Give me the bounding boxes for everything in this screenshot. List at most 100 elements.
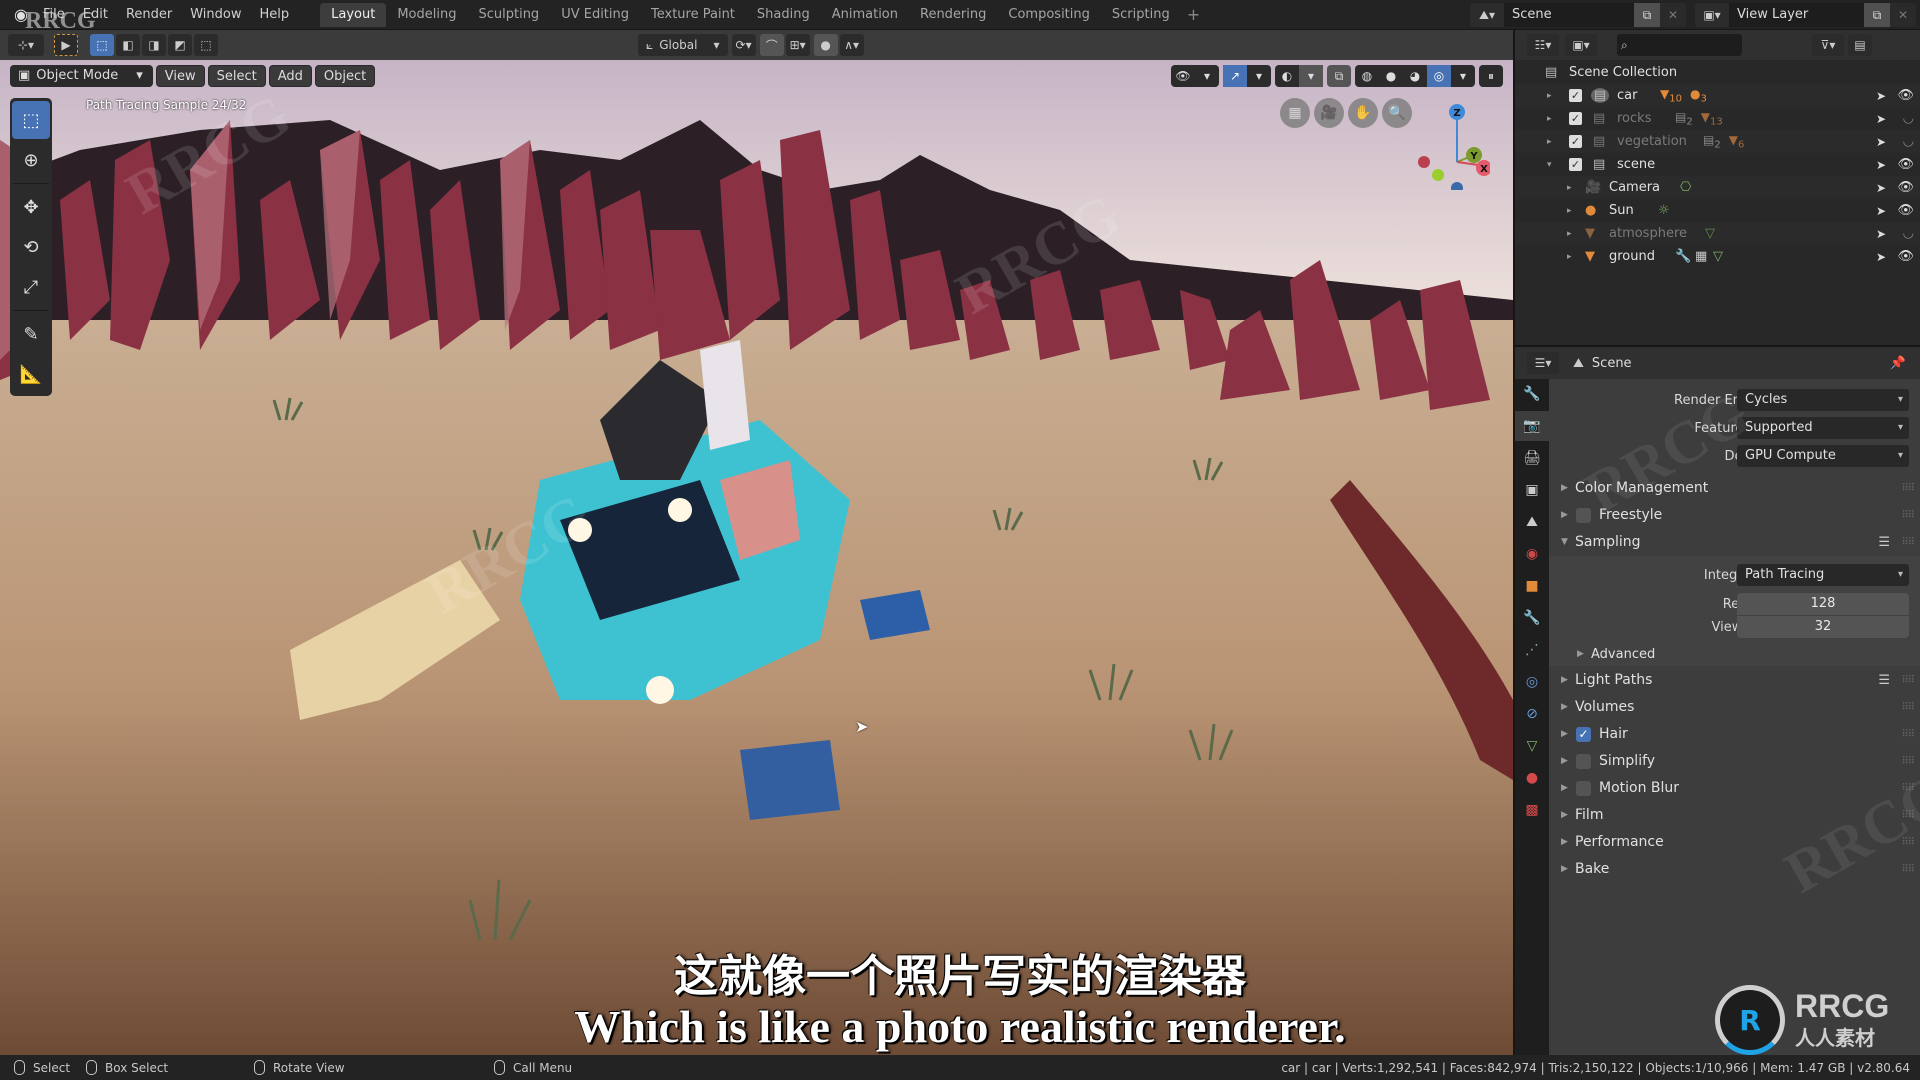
panel-color-management[interactable]: ▶ Color Management ⠿⠿ [1549, 475, 1920, 501]
neg-x-axis-handle[interactable] [1418, 156, 1430, 168]
outliner-row-rocks[interactable]: ▸ ✓ ▤ rocks ▤2 ▼13 ➤ ◡ [1515, 107, 1920, 130]
tab-uv-editing[interactable]: UV Editing [550, 3, 640, 27]
object-data-tab-icon[interactable]: ▽ [1515, 731, 1549, 761]
panel-volumes[interactable]: ▶ Volumes ⠿⠿ [1549, 694, 1920, 720]
hidden-eye-icon[interactable]: ◡ [1903, 111, 1914, 126]
menu-help[interactable]: Help [251, 0, 299, 30]
panel-film[interactable]: ▶ Film ⠿⠿ [1549, 802, 1920, 828]
selectable-toggle-icon[interactable]: ➤ [1876, 158, 1886, 172]
tab-animation[interactable]: Animation [821, 3, 909, 27]
scale-tool-icon[interactable]: ⤢ [12, 268, 50, 306]
drag-handle-icon[interactable]: ⠿⠿ [1901, 675, 1915, 686]
drag-handle-icon[interactable]: ⠿⠿ [1901, 756, 1915, 767]
panel-bake[interactable]: ▶ Bake ⠿⠿ [1549, 856, 1920, 882]
object-menu[interactable]: Object [314, 65, 376, 87]
select-mode-intersect-icon[interactable]: ⬚ [194, 34, 218, 56]
visibility-eye-icon[interactable]: 👁 [1897, 203, 1914, 218]
presets-list-icon[interactable]: ☰ [1878, 673, 1890, 688]
overlays-icon[interactable]: ◐ [1275, 65, 1299, 87]
neg-z-axis-handle[interactable] [1451, 182, 1463, 190]
hidden-eye-icon[interactable]: ◡ [1903, 134, 1914, 149]
panel-motion-blur[interactable]: ▶ Motion Blur ⠿⠿ [1549, 775, 1920, 801]
panel-hair[interactable]: ▶ ✓ Hair ⠿⠿ [1549, 721, 1920, 747]
transform-orientation-dropdown[interactable]: ⟀ Global ▾ [638, 34, 728, 56]
new-collection-button[interactable]: ▤ [1848, 34, 1872, 56]
chevron-down-icon[interactable]: ▾ [1451, 65, 1475, 87]
menu-render[interactable]: Render [117, 0, 181, 30]
drag-handle-icon[interactable]: ⠿⠿ [1901, 783, 1915, 794]
outliner-row-atmosphere[interactable]: ▸ ▼ atmosphere ▽ ➤ ◡ [1515, 222, 1920, 245]
new-view-layer-button[interactable]: ⧉ [1864, 3, 1890, 27]
expand-arrow-icon[interactable]: ▸ [1567, 206, 1579, 216]
panel-advanced[interactable]: ▶ Advanced [1549, 641, 1920, 667]
material-preview-icon[interactable]: ◕ [1403, 65, 1427, 87]
measure-tool-icon[interactable]: 📐 [12, 355, 50, 393]
visibility-eye-icon[interactable]: 👁 [1897, 88, 1914, 103]
select-mode-subtract-icon[interactable]: ◨ [142, 34, 166, 56]
outliner-row-ground[interactable]: ▸ ▼ ground 🔧 ▦ ▽ ➤ 👁 [1515, 245, 1920, 268]
chevron-down-icon[interactable]: ▾ [1247, 65, 1271, 87]
editor-type-dropdown[interactable]: ☰▾ [1527, 352, 1559, 374]
drag-handle-icon[interactable]: ⠿⠿ [1901, 510, 1915, 521]
object-tab-icon[interactable]: ■ [1515, 571, 1549, 601]
select-menu[interactable]: Select [207, 65, 266, 87]
proportional-edit-icon[interactable]: ● [813, 34, 838, 56]
filter-dropdown[interactable]: ⊽▾ [1812, 34, 1844, 56]
expand-arrow-icon[interactable]: ▸ [1567, 252, 1579, 262]
3d-viewport[interactable]: RRCG RRCG RRCG ▣ Object Mode ▾ View Sele… [0, 60, 1513, 1055]
mode-dropdown[interactable]: ▣ Object Mode ▾ [10, 65, 153, 87]
visibility-eye-icon[interactable]: 👁 [1897, 249, 1914, 264]
panel-performance[interactable]: ▶ Performance ⠿⠿ [1549, 829, 1920, 855]
selectability-visibility-icon[interactable]: 👁 [1171, 65, 1195, 87]
viewport-samples-field[interactable]: 32 [1737, 616, 1909, 638]
expand-arrow-icon[interactable]: ▸ [1547, 91, 1559, 101]
tab-shading[interactable]: Shading [746, 3, 821, 27]
selectable-toggle-icon[interactable]: ➤ [1876, 204, 1886, 218]
panel-sampling[interactable]: ▼ Sampling ☰ ⠿⠿ [1549, 529, 1920, 555]
drag-handle-icon[interactable]: ⠿⠿ [1901, 729, 1915, 740]
expand-arrow-icon[interactable]: ▸ [1547, 114, 1559, 124]
selectable-toggle-icon[interactable]: ➤ [1876, 181, 1886, 195]
scene-tab-icon[interactable]: ⛰ [1515, 507, 1549, 537]
exclude-checkbox[interactable]: ✓ [1569, 135, 1582, 148]
expand-arrow-icon[interactable]: ▸ [1547, 137, 1559, 147]
world-tab-icon[interactable]: ◉ [1515, 539, 1549, 569]
camera-view-icon[interactable]: 🎥 [1314, 98, 1344, 128]
particles-tab-icon[interactable]: ⋰ [1515, 635, 1549, 665]
selectable-toggle-icon[interactable]: ➤ [1876, 135, 1886, 149]
constraints-tab-icon[interactable]: ⊘ [1515, 699, 1549, 729]
proportional-falloff-dropdown[interactable]: ∧▾ [839, 34, 864, 56]
expand-arrow-icon[interactable]: ▸ [1567, 183, 1579, 193]
chevron-down-icon[interactable]: ▾ [1299, 65, 1323, 87]
outliner-row-vegetation[interactable]: ▸ ✓ ▤ vegetation ▤2 ▼6 ➤ ◡ [1515, 130, 1920, 153]
drag-handle-icon[interactable]: ⠿⠿ [1901, 702, 1915, 713]
outliner-row-scene[interactable]: ▾ ✓ ▤ scene ➤ 👁 [1515, 153, 1920, 176]
drag-handle-icon[interactable]: ⠿⠿ [1901, 537, 1915, 548]
selectable-toggle-icon[interactable]: ➤ [1876, 112, 1886, 126]
visibility-eye-icon[interactable]: 👁 [1897, 157, 1914, 172]
snap-toggle-icon[interactable]: ⌒ [759, 34, 784, 56]
device-dropdown[interactable]: GPU Compute ▾ [1737, 445, 1909, 467]
view-menu[interactable]: View [155, 65, 205, 87]
menu-window[interactable]: Window [181, 0, 250, 30]
tab-rendering[interactable]: Rendering [909, 3, 997, 27]
expand-arrow-icon[interactable]: ▸ [1567, 229, 1579, 239]
view-layer-name-field[interactable]: View Layer [1729, 3, 1864, 27]
rotate-tool-icon[interactable]: ⟲ [12, 228, 50, 266]
scene-icon[interactable]: ⛰▾ [1470, 3, 1504, 27]
tab-layout[interactable]: Layout [320, 2, 387, 27]
collapse-arrow-icon[interactable]: ▾ [1547, 160, 1559, 170]
annotate-tool-icon[interactable]: ✎ [12, 315, 50, 353]
panel-simplify[interactable]: ▶ Simplify ⠿⠿ [1549, 748, 1920, 774]
add-workspace-button[interactable]: + [1181, 5, 1206, 24]
outliner-row-camera[interactable]: ▸ 🎥 Camera ⎔ ➤ 👁 [1515, 176, 1920, 199]
cursor-tool-icon[interactable]: ⊕ [12, 141, 50, 179]
presets-list-icon[interactable]: ☰ [1878, 535, 1890, 550]
material-tab-icon[interactable]: ● [1515, 763, 1549, 793]
pan-view-icon[interactable]: ✋ [1348, 98, 1378, 128]
pause-render-icon[interactable]: ⏸ [1479, 65, 1503, 87]
new-scene-button[interactable]: ⧉ [1634, 3, 1660, 27]
panel-light-paths[interactable]: ▶ Light Paths ☰ ⠿⠿ [1549, 667, 1920, 693]
simplify-checkbox[interactable] [1576, 753, 1591, 769]
exclude-checkbox[interactable]: ✓ [1569, 112, 1582, 125]
